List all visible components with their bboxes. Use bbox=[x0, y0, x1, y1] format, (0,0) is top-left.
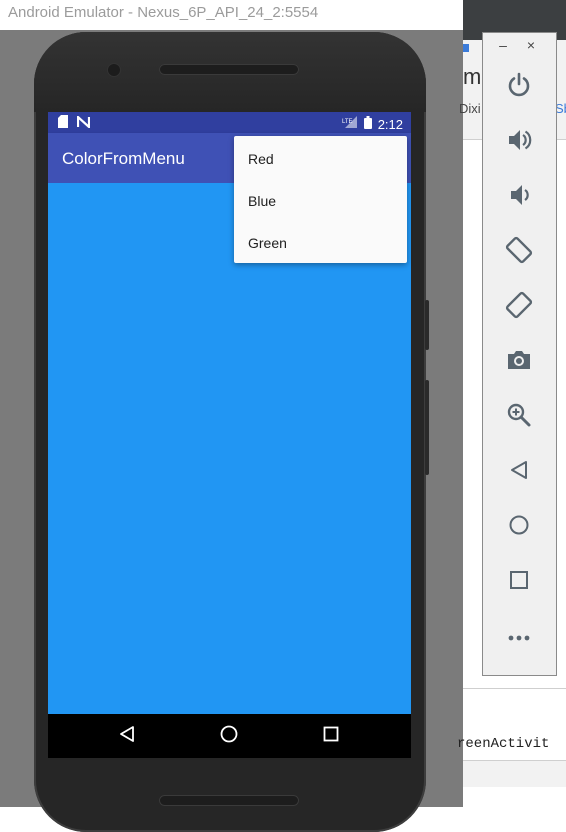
menu-item-red[interactable]: Red bbox=[234, 137, 407, 179]
zoom-button[interactable] bbox=[504, 402, 534, 432]
toolbar-more-button[interactable] bbox=[504, 622, 534, 652]
minimize-icon: – bbox=[499, 37, 507, 53]
home-icon bbox=[220, 725, 238, 748]
volume-up-icon bbox=[506, 127, 532, 158]
sd-card-icon bbox=[58, 115, 68, 133]
ide-bottom-bar bbox=[463, 760, 566, 787]
close-button[interactable]: × bbox=[523, 37, 539, 53]
rotate-left-icon bbox=[505, 236, 533, 269]
menu-item-label: Green bbox=[248, 235, 287, 251]
toolbar-back-button[interactable] bbox=[504, 457, 534, 487]
emulator-toolbar: – × bbox=[482, 32, 557, 676]
back-icon bbox=[509, 459, 529, 486]
window-title: Android Emulator - Nexus_6P_API_24_2:555… bbox=[8, 4, 319, 21]
ide-code-fragment: reenActivit bbox=[457, 736, 550, 752]
status-clock: 2:12 bbox=[377, 117, 403, 132]
front-camera bbox=[108, 64, 120, 76]
menu-item-blue[interactable]: Blue bbox=[234, 179, 407, 221]
menu-item-label: Blue bbox=[248, 193, 277, 209]
more-icon bbox=[508, 628, 530, 646]
menu-item-label: Red bbox=[248, 151, 274, 167]
status-bar: LTE 2:12 bbox=[48, 112, 411, 133]
toolbar-home-button[interactable] bbox=[504, 512, 534, 542]
overflow-popup-menu: Red Blue Green bbox=[234, 136, 407, 263]
lte-signal-icon: LTE bbox=[342, 115, 358, 134]
screenshot-button[interactable] bbox=[504, 347, 534, 377]
close-icon: × bbox=[526, 37, 536, 53]
app-title: ColorFromMenu bbox=[62, 149, 185, 168]
back-icon bbox=[119, 725, 135, 748]
zoom-icon bbox=[506, 402, 532, 433]
battery-icon bbox=[363, 115, 372, 134]
nav-recents-button[interactable] bbox=[320, 725, 342, 747]
rotate-right-button[interactable] bbox=[504, 291, 534, 324]
home-icon bbox=[508, 514, 530, 541]
volume-down-button[interactable] bbox=[504, 182, 534, 212]
nav-back-button[interactable] bbox=[116, 725, 138, 747]
power-button[interactable] bbox=[504, 72, 534, 102]
menu-item-green[interactable]: Green bbox=[234, 221, 407, 263]
svg-text:LTE: LTE bbox=[342, 119, 353, 125]
toolbar-overview-button[interactable] bbox=[504, 567, 534, 597]
volume-side-button bbox=[425, 380, 429, 475]
overview-icon bbox=[509, 570, 529, 595]
rotate-right-icon bbox=[505, 291, 533, 324]
ide-heading-fragment: m bbox=[463, 64, 482, 89]
camera-icon bbox=[506, 348, 532, 377]
volume-up-button[interactable] bbox=[504, 127, 534, 157]
ide-divider-lower bbox=[463, 688, 566, 689]
volume-down-icon bbox=[506, 182, 532, 213]
ide-text-left: Dixi bbox=[459, 101, 481, 116]
emulator-titlebar[interactable]: Android Emulator - Nexus_6P_API_24_2:555… bbox=[0, 0, 463, 30]
n-notification-icon bbox=[76, 114, 91, 133]
power-side-button bbox=[425, 300, 429, 350]
minimize-button[interactable]: – bbox=[495, 37, 511, 53]
recents-icon bbox=[323, 726, 339, 747]
navigation-bar bbox=[48, 714, 411, 758]
power-icon bbox=[506, 72, 532, 103]
nav-home-button[interactable] bbox=[218, 725, 240, 747]
top-speaker bbox=[159, 64, 299, 75]
ide-accent-mark bbox=[463, 44, 469, 52]
bottom-speaker bbox=[159, 795, 299, 806]
rotate-left-button[interactable] bbox=[504, 236, 534, 269]
